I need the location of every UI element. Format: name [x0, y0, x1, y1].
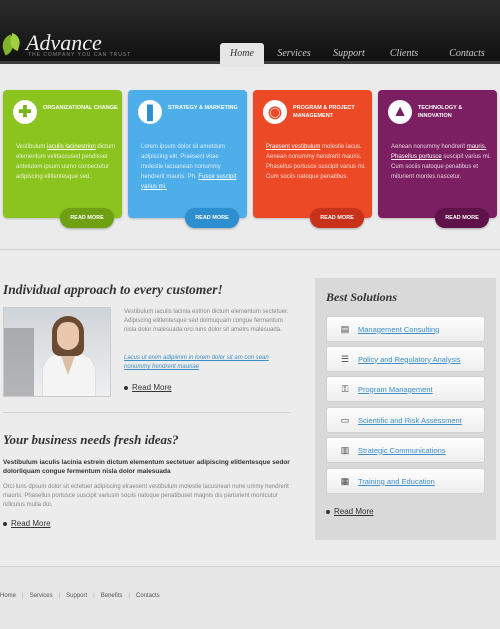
card-body: Vestibulum iaculis lacinestrion dictum e… — [16, 144, 116, 180]
card-program-project-management: ◉ PROGRAM & PROJECT MANAGEMENT Praesent … — [253, 90, 372, 228]
card-strategy-marketing: ❚ STRATEGY & MARKETING Lorem ipsum dolor… — [128, 90, 247, 228]
chart-icon: ▥ — [340, 444, 350, 455]
card-title: ORGANIZATIONAL CHANGE — [43, 105, 118, 111]
footer-link-contacts[interactable]: Contacts — [136, 593, 160, 599]
ideas-paragraph: Orci luns dpsum dolor sit ectetuer adipi… — [3, 484, 289, 508]
read-more-link-ideas[interactable]: Read More — [3, 519, 51, 528]
sidebar-item-policy-analysis[interactable]: ☰ Policy and Regulatory Analysis — [326, 346, 485, 372]
monitor-icon: ▭ — [340, 414, 350, 425]
card-organizational-change: ✚ ORGANIZATIONAL CHANGE Vestibulum iacul… — [3, 90, 122, 228]
footer-link-home[interactable]: Home — [0, 593, 16, 599]
section-title-ideas: Your business needs fresh ideas? — [3, 432, 179, 447]
card-body: Lorem ipsum dolor sit ametdum adipiscing… — [141, 144, 237, 190]
footer-link-support[interactable]: Support — [66, 593, 87, 599]
footer-link-benefits[interactable]: Benefits — [101, 593, 123, 599]
sidebar-item-program-management[interactable]: ⚿ Program Management — [326, 376, 485, 402]
sidebar-item-scientific-risk[interactable]: ▭ Scientific and Risk Assessment — [326, 407, 485, 433]
card-body: Aenean nonummy hendrerit mauris. Phasell… — [391, 144, 491, 180]
nav-contacts[interactable]: Contacts — [434, 43, 500, 67]
plus-icon: ✚ — [13, 100, 37, 124]
footer-links: Home | Services | Support | Benefits | Conta… — [0, 593, 160, 599]
read-more-button[interactable]: READ MORE — [310, 208, 364, 228]
best-solutions-sidebar: Best Solutions ▤ Management Consulting ☰ P… — [315, 278, 496, 540]
lock-icon: ⚿ — [341, 383, 349, 394]
card-link[interactable]: iaculis lacinestrion — [47, 144, 96, 150]
sidebar-item-training-education[interactable]: ▦ Training and Education — [326, 468, 485, 494]
footer: Home | Services | Support | Benefits | Conta… — [0, 566, 500, 629]
approach-italic-link[interactable]: Lacus ut enim adipiimm in lorem dolor si… — [124, 354, 284, 372]
read-more-button[interactable]: READ MORE — [185, 208, 239, 228]
sidebar-item-strategic-communications[interactable]: ▥ Strategic Communications — [326, 437, 485, 463]
card-link[interactable]: Praesent vestibulum — [266, 144, 320, 150]
divider — [3, 412, 290, 413]
header: Advance THE COMPANY YOU CAN TRUST Home S… — [0, 0, 500, 67]
read-more-link-approach[interactable]: Read More — [124, 383, 172, 392]
card-title: PROGRAM & PROJECT MANAGEMENT — [293, 105, 355, 119]
sidebar-title: Best Solutions — [326, 290, 398, 304]
server-icon: ☰ — [340, 353, 350, 364]
nav-home[interactable]: Home — [220, 43, 264, 67]
card-technology-innovation: ▲ TECHNOLOGY & INNOVATION Aenean nonummy… — [378, 90, 497, 228]
logo-tagline: THE COMPANY YOU CAN TRUST — [28, 52, 132, 58]
read-more-link-solutions[interactable]: Read More — [326, 507, 374, 516]
nav-services[interactable]: Services — [264, 43, 324, 67]
sidebar-item-management-consulting[interactable]: ▤ Management Consulting — [326, 316, 485, 342]
leaf-logo-icon — [2, 32, 22, 54]
read-more-button[interactable]: READ MORE — [435, 208, 489, 228]
calculator-icon: ▦ — [340, 475, 350, 486]
lightbulb-icon: ❚ — [138, 100, 162, 124]
flask-icon: ▲ — [388, 100, 412, 124]
nav-clients[interactable]: Clients — [374, 43, 434, 67]
approach-paragraph: Vestibulum iaculis lacinia estrion dictu… — [124, 309, 289, 333]
document-icon: ▤ — [340, 323, 350, 334]
nav-support[interactable]: Support — [324, 43, 374, 67]
main-nav: Home Services Support Clients Contacts — [220, 43, 500, 67]
read-more-button[interactable]: READ MORE — [60, 208, 114, 228]
customer-photo — [3, 307, 111, 397]
lifebuoy-icon: ◉ — [263, 100, 287, 124]
footer-link-services[interactable]: Services — [30, 593, 53, 599]
card-body: Praesent vestibulum molestie lacus. Aene… — [266, 144, 366, 180]
ideas-bold-text: Vestibulum iaculis lacinia estrein dictu… — [3, 459, 290, 475]
section-title-approach: Individual approach to every customer! — [3, 282, 223, 297]
card-title: TECHNOLOGY & INNOVATION — [418, 105, 463, 119]
card-title: STRATEGY & MARKETING — [168, 105, 238, 111]
